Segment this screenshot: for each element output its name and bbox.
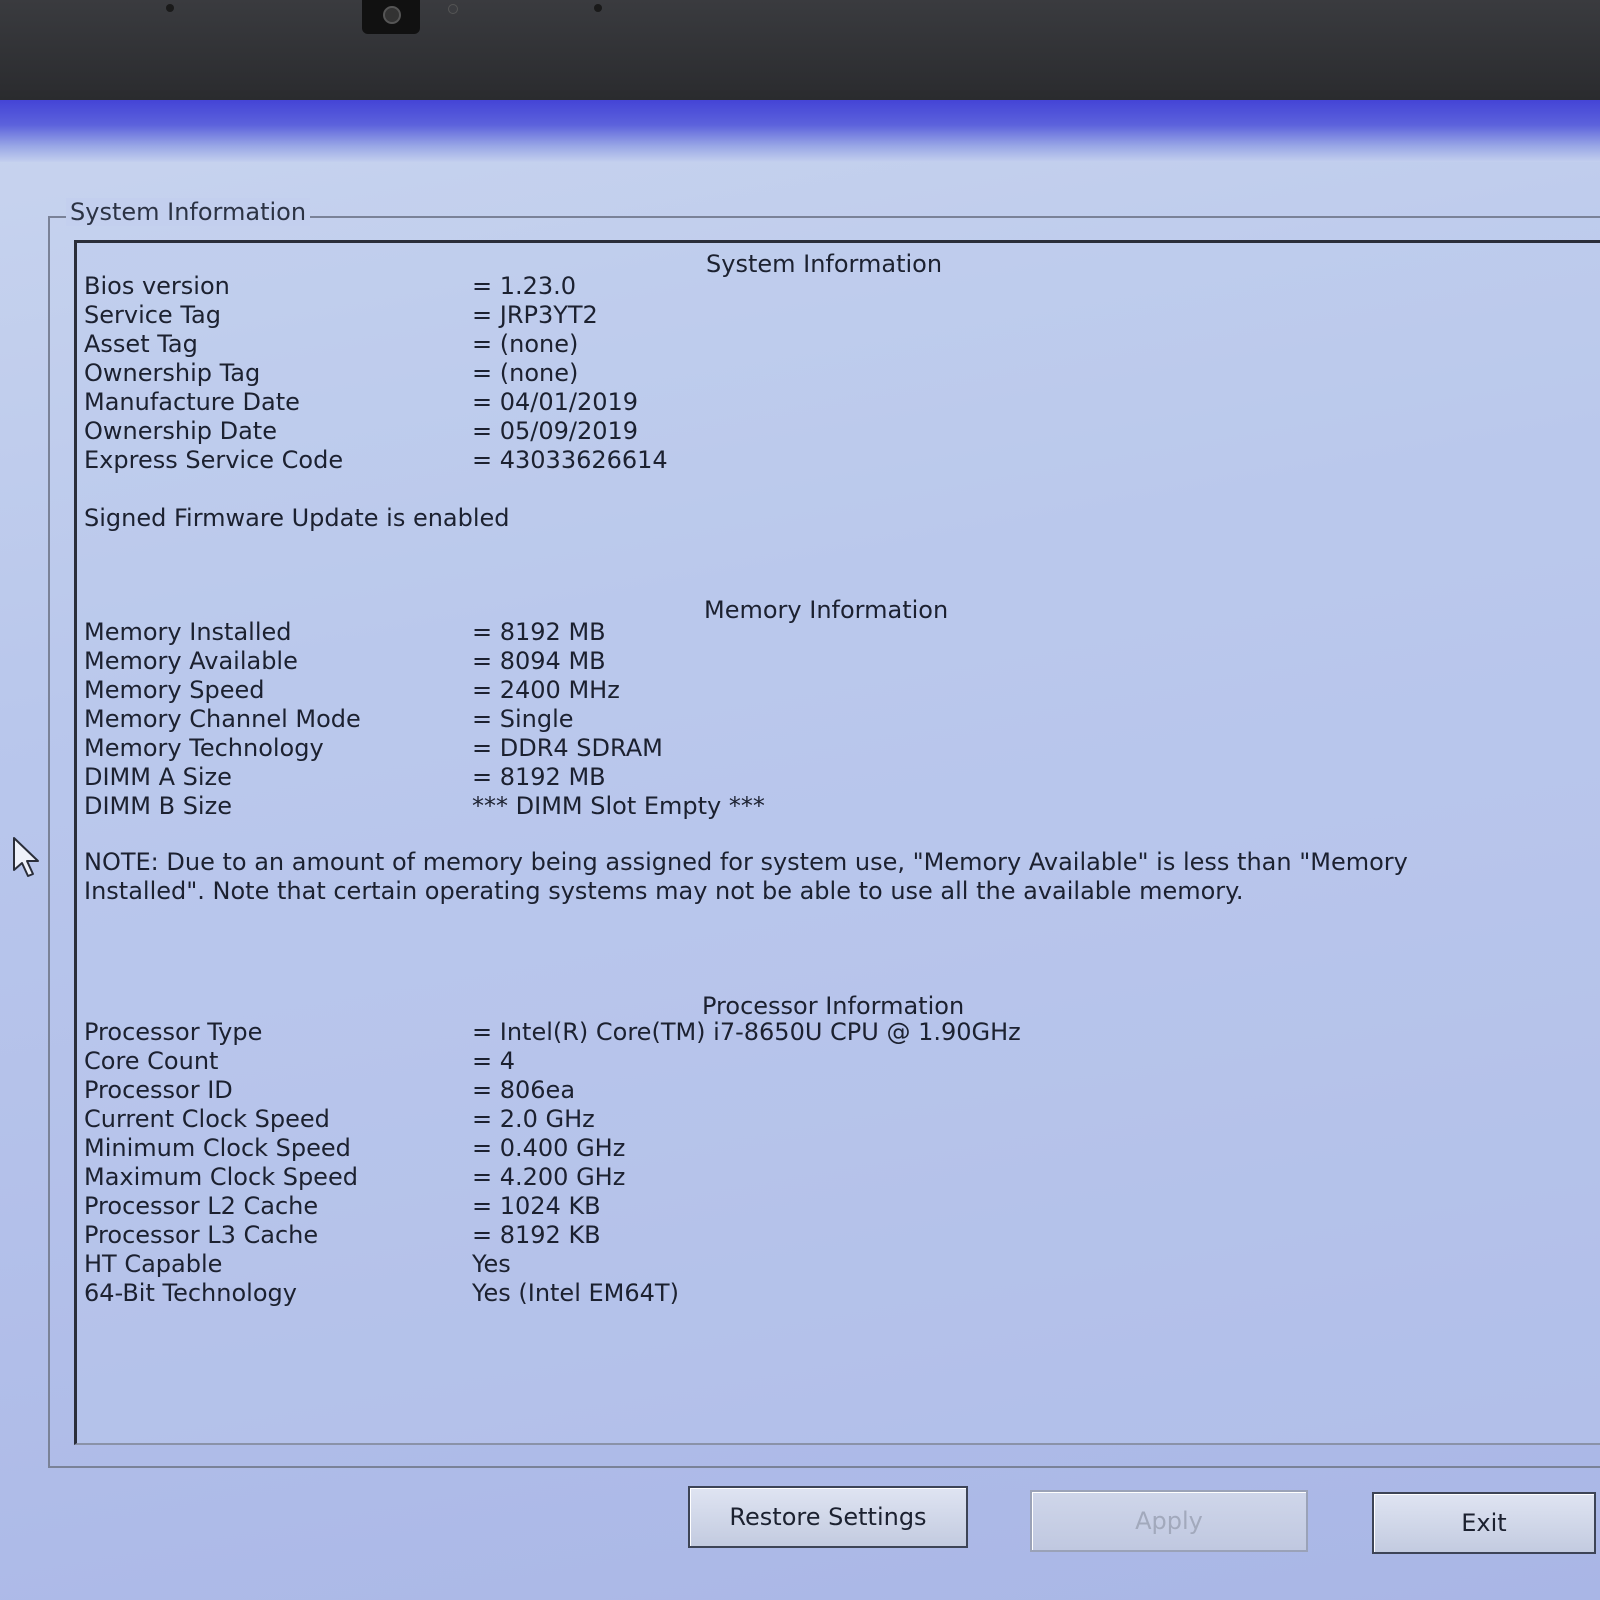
row-label: 64-Bit Technology: [84, 1279, 297, 1307]
row-label: Minimum Clock Speed: [84, 1134, 351, 1162]
bios-screen: System Information System Information Bi…: [0, 100, 1600, 1600]
mouse-pointer-icon: [13, 837, 39, 877]
row-label: HT Capable: [84, 1250, 223, 1278]
bezel-sensor-dot: [166, 4, 174, 12]
row-value: = (none): [472, 359, 579, 387]
row-value: = Single: [472, 705, 574, 733]
info-row: Express Service Code = 43033626614: [84, 446, 1284, 475]
row-label: Memory Available: [84, 647, 298, 675]
row-label: Processor L3 Cache: [84, 1221, 319, 1249]
row-value: = Intel(R) Core(TM) i7-8650U CPU @ 1.90G…: [472, 1018, 1021, 1046]
info-row: Current Clock Speed = 2.0 GHz: [84, 1105, 1284, 1134]
row-label: Maximum Clock Speed: [84, 1163, 358, 1191]
info-row: Bios version = 1.23.0: [84, 272, 1284, 301]
row-label: Current Clock Speed: [84, 1105, 330, 1133]
laptop-bezel: [0, 0, 1600, 100]
row-label: Manufacture Date: [84, 388, 300, 416]
row-label: DIMM A Size: [84, 763, 232, 791]
info-row: Core Count = 4: [84, 1047, 1284, 1076]
row-value: Yes (Intel EM64T): [472, 1279, 679, 1307]
webcam-icon: [362, 0, 420, 34]
info-row: Processor L2 Cache = 1024 KB: [84, 1192, 1284, 1221]
row-label: Memory Speed: [84, 676, 265, 704]
info-row: Processor ID = 806ea: [84, 1076, 1284, 1105]
row-value: = 4: [472, 1047, 516, 1075]
row-value: = 8192 MB: [472, 763, 606, 791]
apply-button[interactable]: Apply: [1030, 1490, 1308, 1552]
row-label: Processor ID: [84, 1076, 233, 1104]
row-value: = 43033626614: [472, 446, 668, 474]
row-value: = 8192 MB: [472, 618, 606, 646]
row-label: Core Count: [84, 1047, 219, 1075]
row-value: = 2400 MHz: [472, 676, 620, 704]
row-value: Yes: [472, 1250, 511, 1278]
info-row: HT Capable Yes: [84, 1250, 1284, 1279]
memory-note: NOTE: Due to an amount of memory being a…: [84, 848, 1408, 905]
row-value: = 8094 MB: [472, 647, 606, 675]
row-value: = JRP3YT2: [472, 301, 598, 329]
row-value: = DDR4 SDRAM: [472, 734, 663, 762]
row-value: = 05/09/2019: [472, 417, 639, 445]
info-row: 64-Bit Technology Yes (Intel EM64T): [84, 1279, 1284, 1308]
row-label: DIMM B Size: [84, 792, 232, 820]
restore-settings-button[interactable]: Restore Settings: [688, 1486, 968, 1548]
row-value: = 2.0 GHz: [472, 1105, 595, 1133]
row-value: = 806ea: [472, 1076, 576, 1104]
row-label: Service Tag: [84, 301, 221, 329]
group-title: System Information: [66, 198, 311, 226]
row-label: Asset Tag: [84, 330, 198, 358]
row-value: *** DIMM Slot Empty ***: [472, 792, 765, 820]
row-label: Ownership Date: [84, 417, 277, 445]
info-row: Ownership Date = 05/09/2019: [84, 417, 1284, 446]
row-value: = 1.23.0: [472, 272, 577, 300]
signed-firmware-status: Signed Firmware Update is enabled: [84, 504, 510, 532]
row-label: Processor L2 Cache: [84, 1192, 319, 1220]
row-label: Memory Installed: [84, 618, 292, 646]
info-row: Memory Installed = 8192 MB: [84, 618, 1284, 647]
info-row: Memory Channel Mode = Single: [84, 705, 1284, 734]
row-value: = 4.200 GHz: [472, 1163, 626, 1191]
info-row: DIMM B Size *** DIMM Slot Empty ***: [84, 792, 1284, 821]
row-label: Express Service Code: [84, 446, 344, 474]
info-row: Processor Type = Intel(R) Core(TM) i7-865…: [84, 1018, 1284, 1047]
info-row: Maximum Clock Speed = 4.200 GHz: [84, 1163, 1284, 1192]
row-label: Ownership Tag: [84, 359, 261, 387]
row-label: Processor Type: [84, 1018, 263, 1046]
info-row: Memory Speed = 2400 MHz: [84, 676, 1284, 705]
info-row: Memory Available = 8094 MB: [84, 647, 1284, 676]
row-label: Memory Channel Mode: [84, 705, 361, 733]
info-row: Service Tag = JRP3YT2: [84, 301, 1284, 330]
info-row: DIMM A Size = 8192 MB: [84, 763, 1284, 792]
info-row: Minimum Clock Speed = 0.400 GHz: [84, 1134, 1284, 1163]
bezel-sensor-dot: [448, 4, 458, 14]
row-value: = 04/01/2019: [472, 388, 639, 416]
bios-title-bar: [0, 100, 1600, 162]
row-value: = 8192 KB: [472, 1221, 601, 1249]
info-row: Asset Tag = (none): [84, 330, 1284, 359]
info-row: Ownership Tag = (none): [84, 359, 1284, 388]
bezel-sensor-dot: [594, 4, 602, 12]
processor-section-title: Processor Information: [702, 992, 965, 1020]
row-value: = 1024 KB: [472, 1192, 601, 1220]
row-value: = (none): [472, 330, 579, 358]
info-row: Manufacture Date = 04/01/2019: [84, 388, 1284, 417]
row-value: = 0.400 GHz: [472, 1134, 626, 1162]
info-row: Processor L3 Cache = 8192 KB: [84, 1221, 1284, 1250]
exit-button[interactable]: Exit: [1372, 1492, 1596, 1554]
row-label: Bios version: [84, 272, 230, 300]
row-label: Memory Technology: [84, 734, 324, 762]
info-row: Memory Technology = DDR4 SDRAM: [84, 734, 1284, 763]
